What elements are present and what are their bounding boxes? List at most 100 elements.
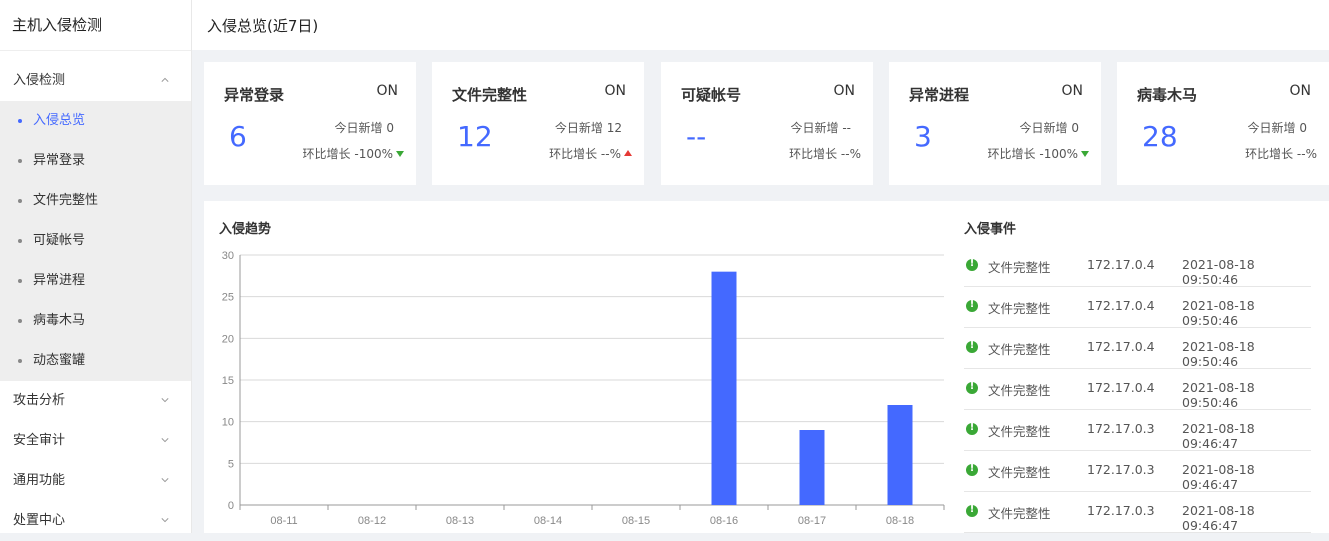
stat-card-suspicious-account[interactable]: 可疑帐号 ON -- 今日新增 -- 环比增长 --% [661, 62, 873, 185]
event-ip: 172.17.0.3 [1087, 462, 1155, 477]
card-status: ON [604, 83, 627, 99]
trend-chart: 0 5 10 15 20 25 30 08-11 08-12 08-13 08-14 08-15 08-… [222, 250, 945, 527]
event-row[interactable]: 文件完整性 172.17.0.4 2021-08-18 09:50:46 [964, 287, 1311, 328]
bar [799, 430, 825, 505]
event-type: 文件完整性 [988, 342, 1051, 357]
event-ip: 172.17.0.4 [1087, 257, 1155, 272]
menu-group-label: 入侵检测 [13, 73, 66, 88]
card-ratio-text: 环比增长 --% [549, 147, 621, 161]
bullet-icon [18, 239, 22, 243]
event-row[interactable]: 文件完整性 172.17.0.4 2021-08-18 09:50:46 [964, 246, 1311, 287]
sidebar-item-honeypot[interactable]: 动态蜜罐 [0, 341, 191, 381]
sidebar-item-virus-trojan[interactable]: 病毒木马 [0, 301, 191, 341]
event-ip: 172.17.0.3 [1087, 503, 1155, 518]
card-ratio-text: 环比增长 --% [789, 147, 861, 161]
card-value: 6 [229, 120, 247, 153]
card-ratio-text: 环比增长 -100% [302, 147, 393, 161]
event-row[interactable]: 文件完整性 172.17.0.4 2021-08-18 09:50:46 [964, 369, 1311, 410]
card-ratio: 环比增长 -100% [988, 145, 1089, 162]
stat-card-virus-trojan[interactable]: 病毒木马 ON 28 今日新增 0 环比增长 --% [1117, 62, 1329, 185]
menu-group-general-functions[interactable]: 通用功能 [0, 461, 191, 501]
x-tick-label: 08-17 [798, 515, 826, 527]
event-ip: 172.17.0.4 [1087, 339, 1155, 354]
x-tick-label: 08-14 [534, 515, 562, 527]
events-title: 入侵事件 [964, 222, 1017, 237]
event-row[interactable]: 文件完整性 172.17.0.3 2021-08-18 09:46:47 [964, 410, 1311, 451]
sidebar-item-suspicious-account[interactable]: 可疑帐号 [0, 221, 191, 261]
sidebar-item-file-integrity[interactable]: 文件完整性 [0, 181, 191, 221]
card-ratio-text: 环比增长 --% [1245, 147, 1317, 161]
alert-status-icon [966, 463, 978, 476]
stat-card-file-integrity[interactable]: 文件完整性 ON 12 今日新增 12 环比增长 --% [432, 62, 644, 185]
stat-card-abnormal-process[interactable]: 异常进程 ON 3 今日新增 0 环比增长 -100% [889, 62, 1101, 185]
chevron-down-icon [161, 478, 169, 483]
sidebar-menu: 入侵检测 入侵总览 异常登录 文件完整性 可疑帐号 异常进程 病毒木马 动态蜜罐… [0, 61, 191, 541]
event-type: 文件完整性 [988, 383, 1051, 398]
trend-down-icon [1081, 151, 1089, 157]
card-status: ON [1061, 83, 1084, 99]
menu-group-intrusion-detection[interactable]: 入侵检测 [0, 61, 191, 101]
event-row[interactable]: 文件完整性 172.17.0.3 2021-08-18 09:46:47 [964, 451, 1311, 492]
y-tick-label: 25 [222, 292, 234, 304]
event-type: 文件完整性 [988, 465, 1051, 480]
menu-group-attack-analysis[interactable]: 攻击分析 [0, 381, 191, 421]
card-title: 病毒木马 [1137, 86, 1198, 104]
event-row[interactable]: 文件完整性 172.17.0.3 2021-08-18 09:46:47 [964, 492, 1311, 533]
card-title: 可疑帐号 [681, 86, 742, 104]
overview-panel: 入侵趋势 0 5 10 15 20 25 30 08-11 08-12 08-13 08-14 08-… [204, 201, 1329, 533]
stat-card-abnormal-login[interactable]: 异常登录 ON 6 今日新增 0 环比增长 -100% [204, 62, 416, 185]
card-value: 28 [1142, 120, 1178, 153]
menu-group-label: 处置中心 [13, 513, 66, 528]
event-time: 2021-08-18 09:46:47 [1182, 503, 1255, 533]
card-title: 文件完整性 [452, 86, 528, 104]
menu-group-label: 攻击分析 [13, 393, 66, 408]
y-tick-label: 0 [228, 500, 234, 512]
card-ratio: 环比增长 --% [549, 145, 632, 162]
card-value: 3 [914, 120, 932, 153]
alert-status-icon [966, 299, 978, 312]
sidebar-item-abnormal-login[interactable]: 异常登录 [0, 141, 191, 181]
event-time: 2021-08-18 09:50:46 [1182, 339, 1255, 369]
chevron-down-icon [161, 518, 169, 523]
event-time: 2021-08-18 09:50:46 [1182, 257, 1255, 287]
alert-status-icon [966, 258, 978, 271]
x-tick-label: 08-15 [622, 515, 650, 527]
bullet-icon [18, 199, 22, 203]
x-tick-label: 08-16 [710, 515, 738, 527]
event-type: 文件完整性 [988, 424, 1051, 439]
trend-down-icon [396, 151, 404, 157]
event-time: 2021-08-18 09:46:47 [1182, 462, 1255, 492]
card-today: 今日新增 12 [554, 121, 622, 135]
card-title: 异常登录 [224, 86, 285, 104]
sidebar-item-label: 文件完整性 [33, 193, 99, 208]
bullet-icon [18, 319, 22, 323]
y-tick-label: 5 [228, 458, 234, 470]
event-type: 文件完整性 [988, 301, 1051, 316]
y-tick-label: 20 [222, 333, 234, 345]
x-tick-label: 08-13 [446, 515, 474, 527]
x-tick-label: 08-12 [358, 515, 386, 527]
sidebar-item-label: 异常进程 [33, 273, 86, 288]
card-status: ON [1289, 83, 1312, 99]
menu-group-security-audit[interactable]: 安全审计 [0, 421, 191, 461]
card-ratio: 环比增长 -100% [303, 145, 404, 162]
sidebar-item-intrusion-overview[interactable]: 入侵总览 [0, 101, 191, 141]
alert-status-icon [966, 340, 978, 353]
card-ratio: 环比增长 --% [1245, 145, 1317, 162]
page-title: 入侵总览(近7日) [207, 17, 319, 35]
event-row[interactable]: 文件完整性 172.17.0.4 2021-08-18 09:50:46 [964, 328, 1311, 369]
event-type: 文件完整性 [988, 506, 1051, 521]
chevron-up-icon [161, 77, 169, 82]
sidebar-item-label: 可疑帐号 [33, 233, 86, 248]
submenu-intrusion-detection: 入侵总览 异常登录 文件完整性 可疑帐号 异常进程 病毒木马 动态蜜罐 [0, 101, 191, 381]
app-title: 主机入侵检测 [0, 0, 191, 51]
card-today: 今日新增 -- [790, 121, 851, 135]
card-today: 今日新增 0 [1247, 121, 1307, 135]
card-value: -- [686, 120, 707, 153]
sidebar-item-label: 异常登录 [33, 153, 86, 168]
bullet-icon [18, 279, 22, 283]
sidebar-item-abnormal-process[interactable]: 异常进程 [0, 261, 191, 301]
menu-group-response-center[interactable]: 处置中心 [0, 501, 191, 541]
trend-up-icon [624, 150, 632, 156]
card-value: 12 [457, 120, 493, 153]
